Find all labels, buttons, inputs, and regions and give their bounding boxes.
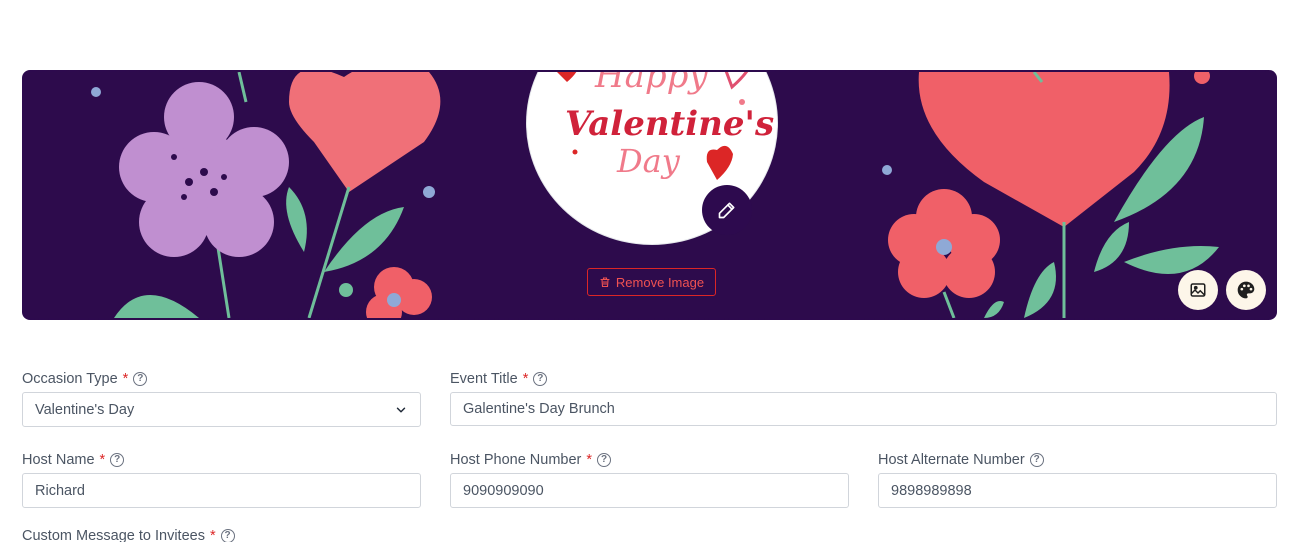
palette-icon [1237,281,1255,299]
help-icon[interactable]: ? [110,453,125,467]
required-marker: * [522,371,529,387]
avatar-text-day: Day [616,142,681,180]
host-name-value: Richard [35,482,85,499]
event-title-label: Event Title [450,371,518,387]
event-title-input[interactable]: Galentine's Day Brunch [450,392,1277,426]
required-marker: * [99,452,106,468]
chevron-down-icon [396,407,406,412]
remove-image-button[interactable]: Remove Image [587,268,716,296]
custom-message-label: Custom Message to Invitees [22,528,205,542]
required-marker: * [209,528,216,542]
host-alternate-number-input[interactable]: 9898989898 [878,473,1277,508]
event-title-value: Galentine's Day Brunch [463,401,615,417]
custom-message-field: Custom Message to Invitees * ? [22,527,421,542]
avatar-text-happy: Happy [594,70,708,96]
host-alternate-number-value: 9898989898 [891,482,972,499]
pencil-icon [718,202,735,219]
host-name-label: Host Name [22,452,95,468]
help-icon[interactable]: ? [220,529,235,542]
required-marker: * [122,371,129,387]
edit-image-button[interactable] [702,185,752,235]
avatar-badge: 14 [563,70,578,71]
host-alternate-number-label: Host Alternate Number [878,452,1025,468]
occasion-type-select[interactable]: Valentine's Day [22,392,421,427]
host-phone-field: Host Phone Number * ? 9090909090 [450,451,849,508]
occasion-type-label: Occasion Type [22,371,118,387]
cover-banner[interactable]: 14 Happy Valentine's Day Remove Image [22,70,1277,320]
occasion-type-value: Valentine's Day [35,401,135,418]
required-marker: * [586,452,593,468]
trash-icon [600,277,610,288]
theme-palette-button[interactable] [1226,270,1266,310]
remove-image-label: Remove Image [615,274,705,290]
host-name-input[interactable]: Richard [22,473,421,508]
event-title-field: Event Title * ? Galentine's Day Brunch [450,370,1277,426]
help-icon[interactable]: ? [533,372,548,386]
help-icon[interactable]: ? [133,372,148,386]
host-phone-label: Host Phone Number [450,452,582,468]
change-cover-image-button[interactable] [1178,270,1218,310]
image-icon [1190,283,1206,297]
avatar-text-valentines: Valentine's [565,104,774,144]
occasion-type-field: Occasion Type * ? Valentine's Day [22,370,421,427]
host-name-field: Host Name * ? Richard [22,451,421,508]
host-phone-input[interactable]: 9090909090 [450,473,849,508]
host-phone-value: 9090909090 [463,482,544,499]
help-icon[interactable]: ? [1029,453,1044,467]
help-icon[interactable]: ? [597,453,612,467]
host-alternate-number-field: Host Alternate Number ? 9898989898 [878,451,1277,508]
